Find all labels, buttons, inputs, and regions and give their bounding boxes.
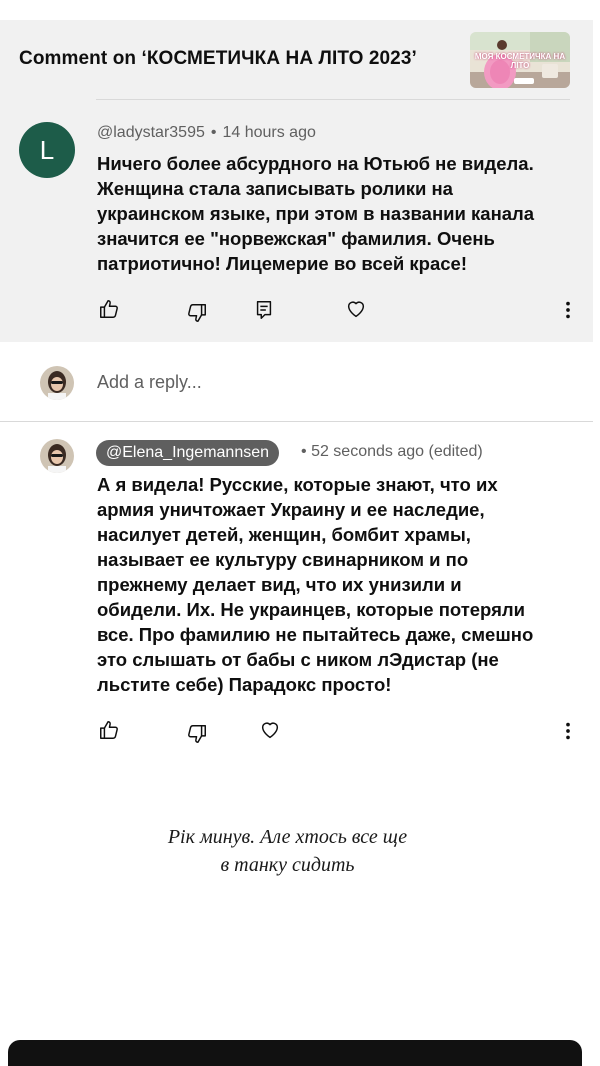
heart-icon[interactable] bbox=[259, 719, 281, 741]
meta-separator: • bbox=[210, 124, 217, 141]
page-title: Comment on ‘КОСМЕТИЧКА НА ЛІТО 2023’ bbox=[19, 48, 417, 69]
comment-author[interactable]: @ladystar3595 bbox=[97, 124, 205, 141]
reply-body: А я видела! Русские, которые знают, что … bbox=[97, 472, 533, 697]
right-edge bbox=[593, 20, 600, 1066]
reply-line: А я видела! Русские, которые знают, что … bbox=[97, 474, 498, 495]
more-options-icon[interactable] bbox=[557, 720, 579, 742]
comment-body: Ничего более абсурдного на Ютьюб не виде… bbox=[97, 151, 534, 276]
comment-line: Ничего более абсурдного на Ютьюб не виде… bbox=[97, 153, 534, 174]
reply-line: льстите себе) Парадокс просто! bbox=[97, 674, 392, 695]
reply-line: насилует детей, женщин, бомбит храмы, bbox=[97, 524, 471, 545]
reply-line: армия уничтожает Украину и ее наследие, bbox=[97, 499, 485, 520]
user-avatar[interactable] bbox=[40, 366, 74, 400]
reply-avatar[interactable] bbox=[40, 439, 74, 473]
reply-time: 52 seconds ago (edited) bbox=[311, 443, 483, 460]
reply-line: все. Про фамилию не пытайтесь даже, смеш… bbox=[97, 624, 534, 645]
header-divider bbox=[96, 99, 570, 100]
video-thumbnail[interactable]: МОЯ КОСМЕТИЧКА НА ЛІТО bbox=[470, 32, 570, 88]
top-strip bbox=[0, 0, 600, 20]
caption-line-1: Рік минув. Але хтось все ще bbox=[167, 826, 408, 848]
comment-line: украинском языке, при этом в названии ка… bbox=[97, 203, 535, 224]
comment-line: патриотично! Лицемерие во всей красе! bbox=[97, 253, 467, 274]
meta-separator: • bbox=[301, 443, 307, 460]
reply-line: называет ее культуру свинарником и по bbox=[97, 549, 469, 570]
dislike-icon[interactable] bbox=[186, 302, 208, 324]
comment-line: Женщина стала записывать ролики на bbox=[97, 178, 453, 199]
comment-line: значится ее "норвежская" фамилия. Очень bbox=[97, 228, 495, 249]
caption-line-2: в танку сидить bbox=[220, 854, 355, 876]
reply-meta: • 52 seconds ago (edited) bbox=[301, 443, 483, 461]
comment-meta: @ladystar3595 • 14 hours ago bbox=[97, 124, 316, 142]
like-icon[interactable] bbox=[98, 298, 120, 320]
bottom-bar bbox=[8, 1040, 582, 1066]
reply-row bbox=[0, 342, 593, 422]
reply-divider bbox=[0, 421, 593, 422]
avatar[interactable]: L bbox=[19, 122, 75, 178]
comment-time: 14 hours ago bbox=[222, 124, 316, 141]
reply-line: обидели. Их. Не украинцев, которые потер… bbox=[97, 599, 526, 620]
thumbnail-text: МОЯ КОСМЕТИЧКА НА ЛІТО bbox=[474, 52, 566, 70]
dislike-icon[interactable] bbox=[186, 723, 208, 745]
reply-line: прежнему делает вид, что их унизили и bbox=[97, 574, 462, 595]
reply-author-badge[interactable]: @Elena_Ingemannsen bbox=[96, 440, 280, 466]
reply-line: это слышать от бабы с ником лЭдистар (не bbox=[97, 649, 499, 670]
heart-icon[interactable] bbox=[345, 298, 367, 320]
reply-icon[interactable] bbox=[253, 299, 275, 321]
like-icon[interactable] bbox=[98, 719, 120, 741]
reply-input[interactable]: Add a reply... bbox=[97, 372, 202, 393]
more-options-icon[interactable] bbox=[557, 299, 579, 321]
